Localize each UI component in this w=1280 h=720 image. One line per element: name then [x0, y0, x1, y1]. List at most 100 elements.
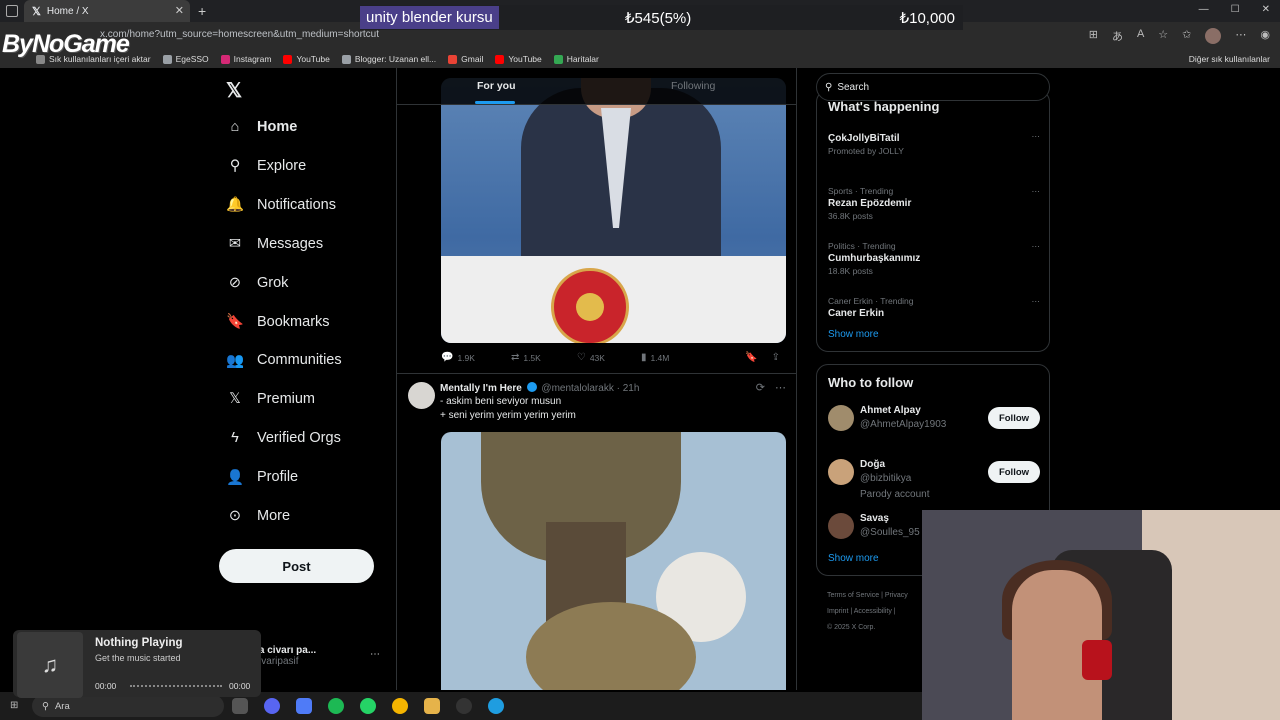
follow-suggestion[interactable]: Doğa @bizbitikya Parody account Follow — [828, 459, 1040, 503]
avatar[interactable] — [408, 382, 435, 409]
tab-title: Home / X — [46, 5, 89, 17]
other-favorites[interactable]: Diğer sık kullanılanlar — [1189, 54, 1270, 64]
chrome-icon[interactable] — [392, 698, 408, 714]
nav-item-notifications[interactable]: 🔔 Notifications — [226, 196, 336, 214]
tab-following[interactable]: Following — [671, 80, 715, 92]
nav-item-profile[interactable]: 👤 Profile — [226, 468, 298, 486]
nav-item-grok[interactable]: ⊘ Grok — [226, 274, 289, 292]
trend-more-icon[interactable]: ⋯ — [1032, 241, 1041, 252]
nav-item-label: Premium — [257, 391, 316, 408]
x-home-logo-icon[interactable]: 𝕏 — [226, 78, 242, 103]
bookmark-item[interactable]: Gmail — [448, 54, 483, 64]
window-menu-icon[interactable] — [6, 5, 18, 17]
nav-item-premium[interactable]: 𝕏 Premium — [226, 390, 315, 408]
nav-item-communities[interactable]: 👥 Communities — [226, 351, 342, 369]
follow-button[interactable]: Follow — [988, 461, 1040, 483]
trend-item[interactable]: Politics · Trending Cumhurbaşkanımız 18.8K… — [828, 241, 1040, 276]
account-more-icon[interactable]: ⋯ — [370, 649, 380, 660]
tweet-author-handle[interactable]: @mentalolarakk — [541, 383, 613, 394]
windows-start-icon[interactable]: ⊞ — [10, 700, 18, 711]
tweet-video[interactable] — [441, 432, 786, 690]
footer-link[interactable]: Accessibility | — [854, 608, 896, 615]
like-count: 43K — [589, 352, 605, 363]
views-button[interactable]: ▮ 1.4M — [641, 352, 669, 363]
microphone-icon — [1082, 640, 1112, 680]
retweet-count: 1.5K — [523, 352, 541, 363]
copilot-icon[interactable] — [296, 698, 312, 714]
profile-avatar[interactable] — [1205, 28, 1222, 44]
nav-item-bookmarks[interactable]: 🔖 Bookmarks — [226, 313, 330, 331]
footer-link[interactable]: Imprint | — [827, 608, 852, 615]
spotify-icon[interactable] — [328, 698, 344, 714]
trend-item[interactable]: Caner Erkin · Trending Caner Erkin ⋯ — [828, 296, 1040, 321]
maximize-icon[interactable]: ☐ — [1231, 4, 1240, 15]
share-icon[interactable]: ⇪ — [772, 352, 780, 363]
trend-more-icon[interactable]: ⋯ — [1032, 296, 1041, 307]
bookmark-item[interactable]: YouTube — [495, 54, 542, 64]
post-button[interactable]: Post — [219, 549, 374, 583]
nav-item-explore[interactable]: ⚲ Explore — [226, 157, 306, 175]
nav-item-home[interactable]: ⌂ Home — [226, 118, 298, 136]
read-aloud-icon[interactable]: あ — [1112, 28, 1123, 44]
show-more-trends-link[interactable]: Show more — [828, 329, 879, 340]
search-input[interactable]: ⚲ Search — [816, 73, 1050, 101]
music-progress-bar[interactable] — [130, 685, 222, 688]
new-tab-icon[interactable]: + — [198, 3, 206, 19]
bookmark-item[interactable]: Instagram — [220, 54, 271, 64]
avatar[interactable] — [828, 459, 854, 485]
font-icon[interactable]: A — [1137, 28, 1144, 44]
trend-more-icon[interactable]: ⋯ — [1032, 186, 1041, 197]
favorites-icon[interactable]: ✩ — [1182, 28, 1191, 44]
avatar[interactable] — [828, 405, 854, 431]
close-tab-icon[interactable]: ✕ — [175, 4, 184, 17]
bookmark-icon[interactable]: 🔖 — [745, 352, 757, 363]
suggestion-name: Ahmet Alpay — [860, 405, 921, 416]
trend-posts: 18.8K posts — [828, 266, 873, 276]
trend-item[interactable]: Sports · Trending Rezan Epözdemir 36.8K po… — [828, 186, 1040, 221]
discord-icon[interactable] — [264, 698, 280, 714]
bookmark-item[interactable]: Blogger: Uzanan ell... — [341, 54, 437, 64]
tweet-time[interactable]: · 21h — [617, 383, 640, 394]
file-explorer-icon[interactable] — [424, 698, 440, 714]
show-more-follow-link[interactable]: Show more — [828, 553, 879, 564]
reply-button[interactable]: 💬 1.9K — [441, 352, 475, 363]
retweet-button[interactable]: ⇄ 1.5K — [511, 352, 541, 363]
bookmark-icon — [220, 54, 230, 64]
url-field[interactable]: x.com/home?utm_source=homescreen&utm_med… — [100, 29, 379, 40]
trend-more-icon[interactable]: ⋯ — [1032, 131, 1041, 142]
tweet-image[interactable] — [441, 78, 786, 343]
browser-tab-home[interactable]: 𝕏 Home / X ✕ — [24, 0, 190, 22]
bookmark-item[interactable]: Haritalar — [553, 54, 599, 64]
bookmark-item[interactable]: YouTube — [283, 54, 330, 64]
obs-icon[interactable] — [456, 698, 472, 714]
avatar[interactable] — [828, 513, 854, 539]
nav-item-more[interactable]: ⊙ More — [226, 507, 290, 525]
grok-icon[interactable]: ⟳ — [756, 381, 765, 394]
window-controls: — ☐ ✕ — [1199, 4, 1270, 15]
minimize-icon[interactable]: — — [1199, 4, 1209, 15]
like-button[interactable]: ♡ 43K — [577, 352, 605, 363]
trend-item[interactable]: ÇokJollyBiTatil Promoted by JOLLY ⋯ — [828, 131, 1040, 156]
music-note-icon[interactable]: ♫ — [17, 632, 83, 698]
app-icon[interactable]: ⊞ — [1089, 28, 1098, 44]
tweet-author-name[interactable]: Mentally I'm Here — [440, 383, 522, 394]
nav-item-verified-orgs[interactable]: ϟ Verified Orgs — [226, 429, 341, 447]
close-window-icon[interactable]: ✕ — [1262, 4, 1270, 15]
footer-link[interactable]: Terms of Service | — [827, 592, 883, 599]
menu-dots-icon[interactable]: ⋯ — [1235, 28, 1246, 44]
follow-suggestion[interactable]: Ahmet Alpay @AhmetAlpay1903 Follow — [828, 405, 1040, 449]
follow-button[interactable]: Follow — [988, 407, 1040, 429]
parody-label: Parody account — [860, 489, 930, 500]
tweet-more-icon[interactable]: ⋯ — [775, 381, 786, 394]
taskbar-search[interactable]: ⚲ Ara — [32, 695, 224, 717]
bookmark-label: Blogger: Uzanan ell... — [354, 54, 437, 64]
whatsapp-icon[interactable] — [360, 698, 376, 714]
tab-for-you[interactable]: For you — [477, 80, 516, 92]
favorite-star-icon[interactable]: ☆ — [1158, 28, 1168, 44]
copilot-icon[interactable]: ◉ — [1260, 28, 1270, 44]
footer-link[interactable]: Privacy — [885, 592, 908, 599]
bookmark-item[interactable]: EgeSSO — [162, 54, 209, 64]
edge-icon[interactable] — [488, 698, 504, 714]
nav-item-messages[interactable]: ✉ Messages — [226, 235, 323, 253]
task-view-icon[interactable] — [232, 698, 248, 714]
